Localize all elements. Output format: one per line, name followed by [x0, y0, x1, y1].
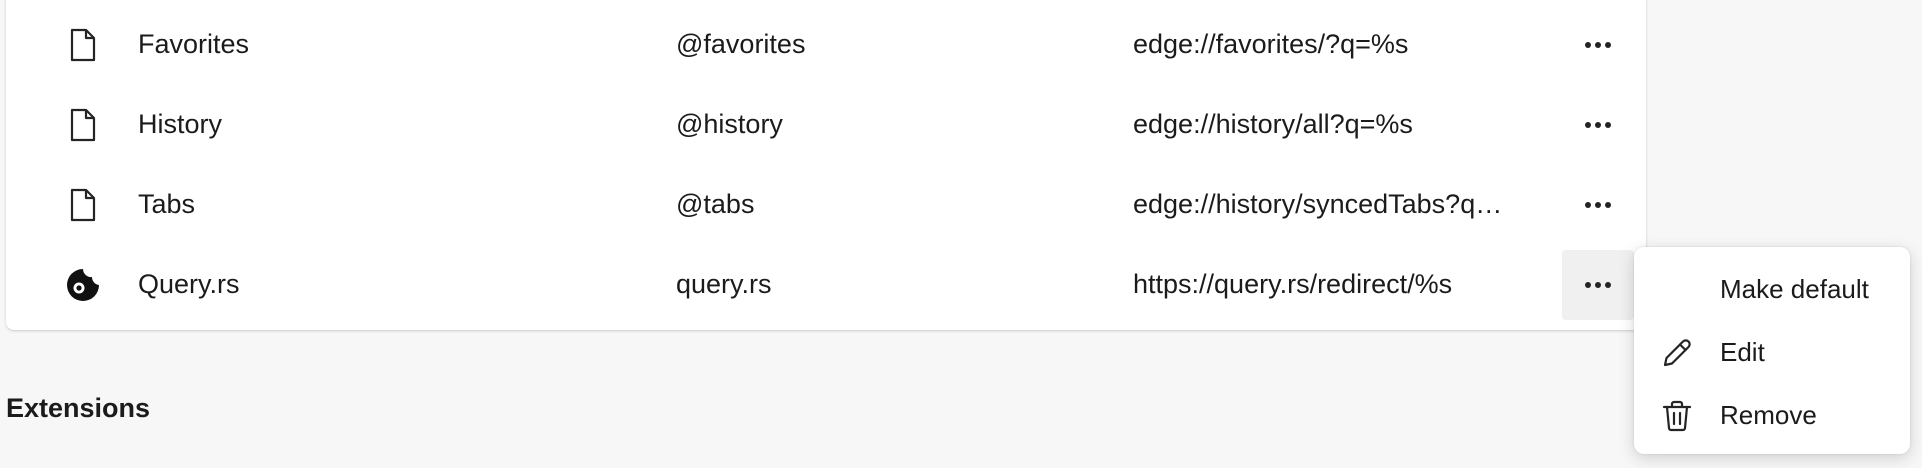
page-icon: [66, 108, 100, 142]
engine-keyword: @favorites: [676, 29, 806, 59]
engine-name: Favorites: [138, 29, 250, 59]
more-horizontal-icon: [1584, 116, 1612, 134]
context-menu: Make default Edit Remove: [1634, 247, 1910, 454]
engine-url: edge://history/syncedTabs?q…: [1133, 189, 1503, 219]
extensions-heading: Extensions: [6, 393, 151, 423]
more-actions-button[interactable]: [1562, 90, 1634, 160]
engine-url: edge://history/all?q=%s: [1133, 109, 1413, 139]
engine-name: Tabs: [138, 189, 196, 219]
pencil-icon: [1660, 336, 1694, 370]
table-row: Query.rs query.rs https://query.rs/redir…: [6, 244, 1646, 324]
menu-item-label: Edit: [1720, 337, 1765, 367]
more-actions-button[interactable]: [1562, 170, 1634, 240]
more-horizontal-icon: [1584, 196, 1612, 214]
engine-name: Query.rs: [138, 269, 240, 299]
more-horizontal-icon: [1584, 36, 1612, 54]
engine-keyword: query.rs: [676, 269, 772, 299]
table-row: Favorites @favorites edge://favorites/?q…: [6, 4, 1646, 84]
menu-item-edit[interactable]: Edit: [1634, 321, 1910, 383]
menu-item-make-default[interactable]: Make default: [1634, 258, 1910, 320]
more-actions-button[interactable]: [1562, 250, 1634, 320]
more-horizontal-icon: [1584, 276, 1612, 294]
engine-keyword: @tabs: [676, 189, 755, 219]
menu-item-label: Remove: [1720, 400, 1817, 430]
page-icon: [66, 28, 100, 62]
engine-url: https://query.rs/redirect/%s: [1133, 269, 1453, 299]
page-icon: [66, 188, 100, 222]
trash-icon: [1660, 399, 1694, 433]
table-row: Tabs @tabs edge://history/syncedTabs?q…: [6, 164, 1646, 244]
menu-item-remove[interactable]: Remove: [1634, 384, 1910, 446]
engine-name: History: [138, 109, 223, 139]
query-rs-logo-icon: [66, 268, 100, 302]
more-actions-button[interactable]: [1562, 10, 1634, 80]
menu-item-label: Make default: [1720, 274, 1869, 304]
engine-url: edge://favorites/?q=%s: [1133, 29, 1409, 59]
table-row: History @history edge://history/all?q=%s: [6, 84, 1646, 164]
engine-keyword: @history: [676, 109, 783, 139]
